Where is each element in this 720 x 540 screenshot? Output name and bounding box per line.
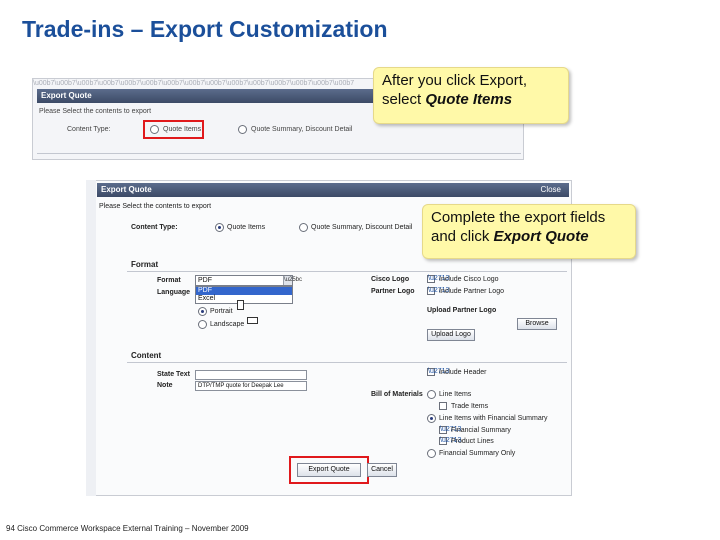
- format-section-heading: Format: [131, 260, 159, 269]
- export-button-highlight: [289, 456, 369, 484]
- callout-line-2: and click Export Quote: [431, 228, 589, 245]
- format-label: Format: [157, 277, 181, 284]
- partner-logo-label: Partner Logo: [371, 288, 415, 295]
- portrait-radio[interactable]: [198, 307, 207, 316]
- bom-financial-radio[interactable]: [427, 414, 436, 423]
- quote-summary-radio[interactable]: [299, 223, 308, 232]
- background-ghost-text: \u00b7\u00b7\u00b7\u00b7\u00b7\u00b7\u00…: [33, 80, 355, 87]
- close-link[interactable]: Close: [541, 183, 561, 197]
- include-partner-logo-label: Include Partner Logo: [439, 288, 504, 295]
- content-section-heading: Content: [131, 351, 162, 360]
- financial-summary-label: Financial Summary: [451, 427, 511, 434]
- content-type-label: Content Type:: [67, 126, 111, 133]
- note-field[interactable]: DTP/TMP quote for Deepak Lee: [195, 381, 307, 391]
- bom-financial-label: Line Items with Financial Summary: [439, 415, 548, 422]
- instruction-text: Please Select the contents to export: [99, 203, 212, 210]
- bill-of-materials-label: Bill of Materials: [371, 391, 423, 398]
- product-lines-label: Product Lines: [451, 438, 494, 445]
- portrait-icon: [237, 300, 244, 310]
- dialog-title: Export Quote: [101, 185, 152, 194]
- quote-items-highlight: [143, 120, 204, 139]
- browse-button[interactable]: Browse: [517, 318, 557, 330]
- include-partner-logo-checkbox[interactable]: \u2713: [427, 287, 449, 295]
- dialog-title: Export Quote: [41, 91, 92, 100]
- quote-items-option-label: Quote Items: [227, 224, 266, 231]
- bom-line-items-label: Line Items: [439, 391, 472, 398]
- slide-title: Trade-ins – Export Customization: [22, 16, 388, 42]
- include-cisco-logo-checkbox[interactable]: \u2713: [427, 275, 449, 283]
- content-divider: [127, 362, 567, 363]
- trade-items-checkbox[interactable]: [439, 402, 447, 410]
- landscape-label: Landscape: [210, 321, 245, 328]
- format-select[interactable]: PDF \u25bc: [195, 275, 303, 286]
- portrait-label: Portrait: [210, 308, 233, 315]
- bom-line-items-radio[interactable]: [427, 390, 436, 399]
- content-type-label: Content Type:: [131, 224, 178, 231]
- include-header-checkbox[interactable]: \u2713: [427, 368, 449, 376]
- upload-logo-button[interactable]: Upload Logo: [427, 329, 475, 341]
- format-dropdown-list[interactable]: PDF Excel: [195, 286, 293, 304]
- callout-line-2: select Quote Items: [382, 91, 513, 108]
- format-divider: [127, 271, 567, 272]
- screenshot-2-side-panel: [86, 180, 96, 496]
- instruction-text: Please Select the contents to export: [39, 108, 152, 115]
- upload-partner-logo-heading: Upload Partner Logo: [427, 307, 497, 314]
- state-text-label: State Text: [157, 371, 190, 378]
- chevron-down-icon: \u25bc: [283, 276, 303, 285]
- format-select-value: PDF: [198, 277, 212, 284]
- quote-items-radio[interactable]: [215, 223, 224, 232]
- cisco-logo-label: Cisco Logo: [371, 276, 410, 283]
- include-cisco-logo-label: Include Cisco Logo: [439, 276, 499, 283]
- bom-financial-only-radio[interactable]: [427, 449, 436, 458]
- format-option-pdf[interactable]: PDF: [196, 287, 292, 295]
- language-label: Language: [157, 289, 191, 296]
- financial-summary-checkbox[interactable]: \u2713: [439, 426, 461, 434]
- product-lines-checkbox[interactable]: \u2713: [439, 437, 461, 445]
- cancel-button[interactable]: Cancel: [367, 463, 397, 477]
- bom-financial-only-label: Financial Summary Only: [439, 450, 516, 457]
- state-text-field[interactable]: [195, 370, 307, 380]
- quote-summary-option-label: Quote Summary, Discount Detail: [311, 224, 413, 231]
- include-header-label: Include Header: [439, 369, 487, 376]
- callout-select-quote-items: After you click Export, select Quote Ite…: [373, 67, 569, 124]
- quote-summary-option-label: Quote Summary, Discount Detail: [251, 126, 353, 133]
- callout-line-1: Complete the export fields: [431, 209, 606, 226]
- quote-summary-radio[interactable]: [238, 125, 247, 134]
- callout-line-1: After you click Export,: [382, 72, 528, 89]
- note-label: Note: [157, 382, 173, 389]
- format-option-excel[interactable]: Excel: [196, 295, 292, 303]
- landscape-radio[interactable]: [198, 320, 207, 329]
- callout-complete-fields: Complete the export fields and click Exp…: [422, 204, 636, 259]
- divider: [37, 153, 521, 154]
- trade-items-label: Trade Items: [451, 403, 489, 410]
- dialog-title-bar: Export Quote Close: [97, 183, 569, 197]
- landscape-icon: [247, 317, 258, 324]
- slide-footer: 94 Cisco Commerce Workspace External Tra…: [6, 524, 249, 533]
